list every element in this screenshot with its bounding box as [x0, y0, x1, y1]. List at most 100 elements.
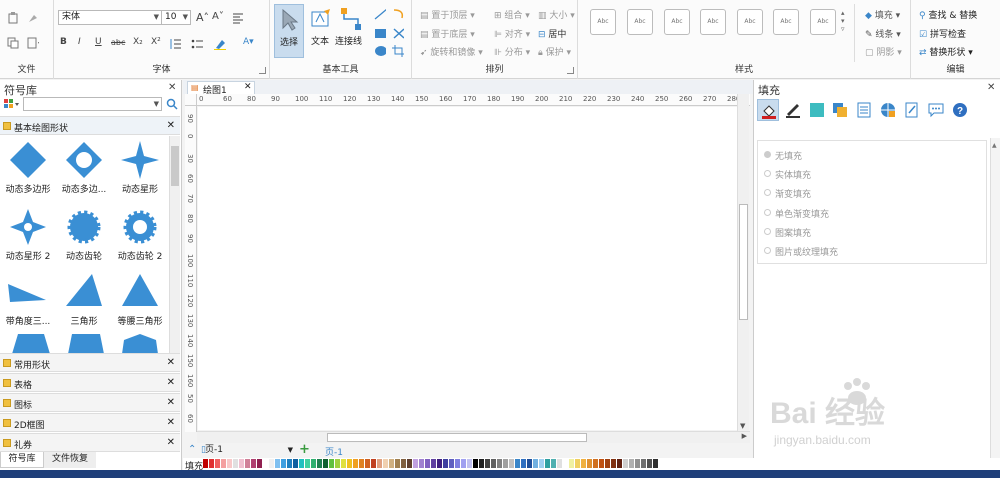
color-swatch[interactable]: [401, 459, 406, 468]
close-icon[interactable]: ✕: [167, 377, 175, 388]
color-swatch[interactable]: [413, 459, 418, 468]
curve-tool-icon[interactable]: [392, 8, 404, 20]
color-swatch[interactable]: [395, 459, 400, 468]
color-swatch[interactable]: [473, 459, 478, 468]
color-swatch[interactable]: [575, 459, 580, 468]
format-painter-icon[interactable]: [27, 12, 39, 24]
color-swatch[interactable]: [623, 459, 628, 468]
close-icon[interactable]: ✕: [167, 357, 175, 368]
color-swatches[interactable]: [203, 459, 1000, 469]
color-swatch[interactable]: [485, 459, 490, 468]
shadow-button[interactable]: ▢ 阴影 ▾: [865, 45, 902, 58]
add-page-button[interactable]: +: [299, 442, 310, 457]
color-swatch[interactable]: [341, 459, 346, 468]
fill-tab-button[interactable]: [757, 99, 779, 121]
fill-panel-scrollbar[interactable]: ▲: [990, 138, 1000, 458]
color-swatch[interactable]: [221, 459, 226, 468]
color-swatch[interactable]: [275, 459, 280, 468]
line-pen-icon[interactable]: [785, 102, 801, 118]
color-swatch[interactable]: [389, 459, 394, 468]
color-swatch[interactable]: [407, 459, 412, 468]
section-basic-shapes[interactable]: 基本绘图形状 ✕: [0, 116, 180, 135]
color-swatch[interactable]: [281, 459, 286, 468]
color-swatch[interactable]: [263, 459, 268, 468]
close-icon[interactable]: ✕: [168, 82, 176, 93]
copy-icon[interactable]: [7, 37, 19, 49]
color-swatch[interactable]: [299, 459, 304, 468]
style-preset-4[interactable]: Abc: [700, 9, 726, 35]
color-swatch[interactable]: [335, 459, 340, 468]
vscroll-thumb[interactable]: [739, 204, 748, 320]
collapse-up-icon[interactable]: ⌃: [188, 444, 196, 455]
ellipse-tool-icon[interactable]: [374, 45, 386, 57]
group-button[interactable]: ⊞ 组合 ▾: [494, 8, 530, 21]
scroll-right-icon[interactable]: ▶: [742, 432, 747, 440]
color-swatch[interactable]: [539, 459, 544, 468]
scroll-up-icon[interactable]: ▲: [992, 142, 997, 149]
font-size-select[interactable]: 10 ▼: [161, 10, 191, 25]
style-preset-7[interactable]: Abc: [810, 9, 836, 35]
document-lines-icon[interactable]: [856, 102, 872, 118]
connector-tool-button[interactable]: 连接线: [334, 4, 368, 58]
color-swatch[interactable]: [479, 459, 484, 468]
color-swatch[interactable]: [593, 459, 598, 468]
color-swatch[interactable]: [599, 459, 604, 468]
color-swatch[interactable]: [353, 459, 358, 468]
style-preset-1[interactable]: Abc: [590, 9, 616, 35]
style-preset-6[interactable]: Abc: [773, 9, 799, 35]
crop-tool-icon[interactable]: [392, 45, 404, 57]
paste-icon[interactable]: [7, 12, 19, 24]
color-swatch[interactable]: [629, 459, 634, 468]
color-swatch[interactable]: [425, 459, 430, 468]
color-swatch[interactable]: [527, 459, 532, 468]
category-2d-block[interactable]: 2D框图 ✕: [0, 413, 180, 432]
color-swatch[interactable]: [287, 459, 292, 468]
style-gallery-scroll[interactable]: ▴ ▾ ▿: [841, 9, 845, 33]
cross-tool-icon[interactable]: [392, 27, 404, 39]
color-swatch[interactable]: [551, 459, 556, 468]
scroll-down-icon[interactable]: ▼: [740, 422, 745, 430]
select-tool-button[interactable]: 选择: [274, 4, 304, 58]
globe-link-icon[interactable]: [880, 102, 896, 118]
help-icon[interactable]: ?: [952, 102, 968, 118]
color-swatch[interactable]: [611, 459, 616, 468]
library-grid-icon[interactable]: [3, 98, 21, 110]
color-swatch[interactable]: [329, 459, 334, 468]
color-swatch[interactable]: [293, 459, 298, 468]
category-coupons[interactable]: 礼券 ✕: [0, 433, 180, 452]
color-swatch[interactable]: [347, 459, 352, 468]
color-swatch[interactable]: [617, 459, 622, 468]
symbol-search-input[interactable]: ▼: [23, 97, 162, 111]
spell-check-button[interactable]: ☑ 拼写检查: [919, 27, 966, 40]
center-button[interactable]: ⊟ 居中: [538, 27, 566, 40]
page-tab[interactable]: 页-1: [325, 445, 343, 458]
color-swatch[interactable]: [653, 459, 658, 468]
color-swatch[interactable]: [365, 459, 370, 468]
shape-dynamic-star-2[interactable]: 动态星形 2: [0, 205, 56, 267]
highlight-icon[interactable]: [214, 38, 226, 50]
color-swatch[interactable]: [461, 459, 466, 468]
paste-special-icon[interactable]: [27, 37, 39, 49]
color-swatch[interactable]: [641, 459, 646, 468]
color-swatch[interactable]: [419, 459, 424, 468]
color-swatch[interactable]: [467, 459, 472, 468]
fill-button[interactable]: ◆ 填充 ▾: [865, 8, 900, 21]
color-swatch[interactable]: [377, 459, 382, 468]
shape-dynamic-gear-2[interactable]: 动态齿轮 2: [112, 205, 168, 267]
color-swatch[interactable]: [533, 459, 538, 468]
color-swatch[interactable]: [515, 459, 520, 468]
color-swatch[interactable]: [437, 459, 442, 468]
radio[interactable]: [764, 247, 771, 254]
color-swatch[interactable]: [203, 459, 208, 468]
color-swatch[interactable]: [563, 459, 568, 468]
send-to-back-button[interactable]: ▤ 置于底层 ▾: [420, 27, 475, 40]
color-swatch[interactable]: [227, 459, 232, 468]
color-swatch[interactable]: [569, 459, 574, 468]
color-swatch[interactable]: [251, 459, 256, 468]
color-swatch[interactable]: [581, 459, 586, 468]
rotate-mirror-button[interactable]: ➹ 旋转和镜像 ▾: [420, 45, 483, 58]
comment-icon[interactable]: [928, 102, 944, 118]
grow-font-button[interactable]: A˄: [196, 11, 209, 24]
color-swatch[interactable]: [317, 459, 322, 468]
style-preset-5[interactable]: Abc: [737, 9, 763, 35]
